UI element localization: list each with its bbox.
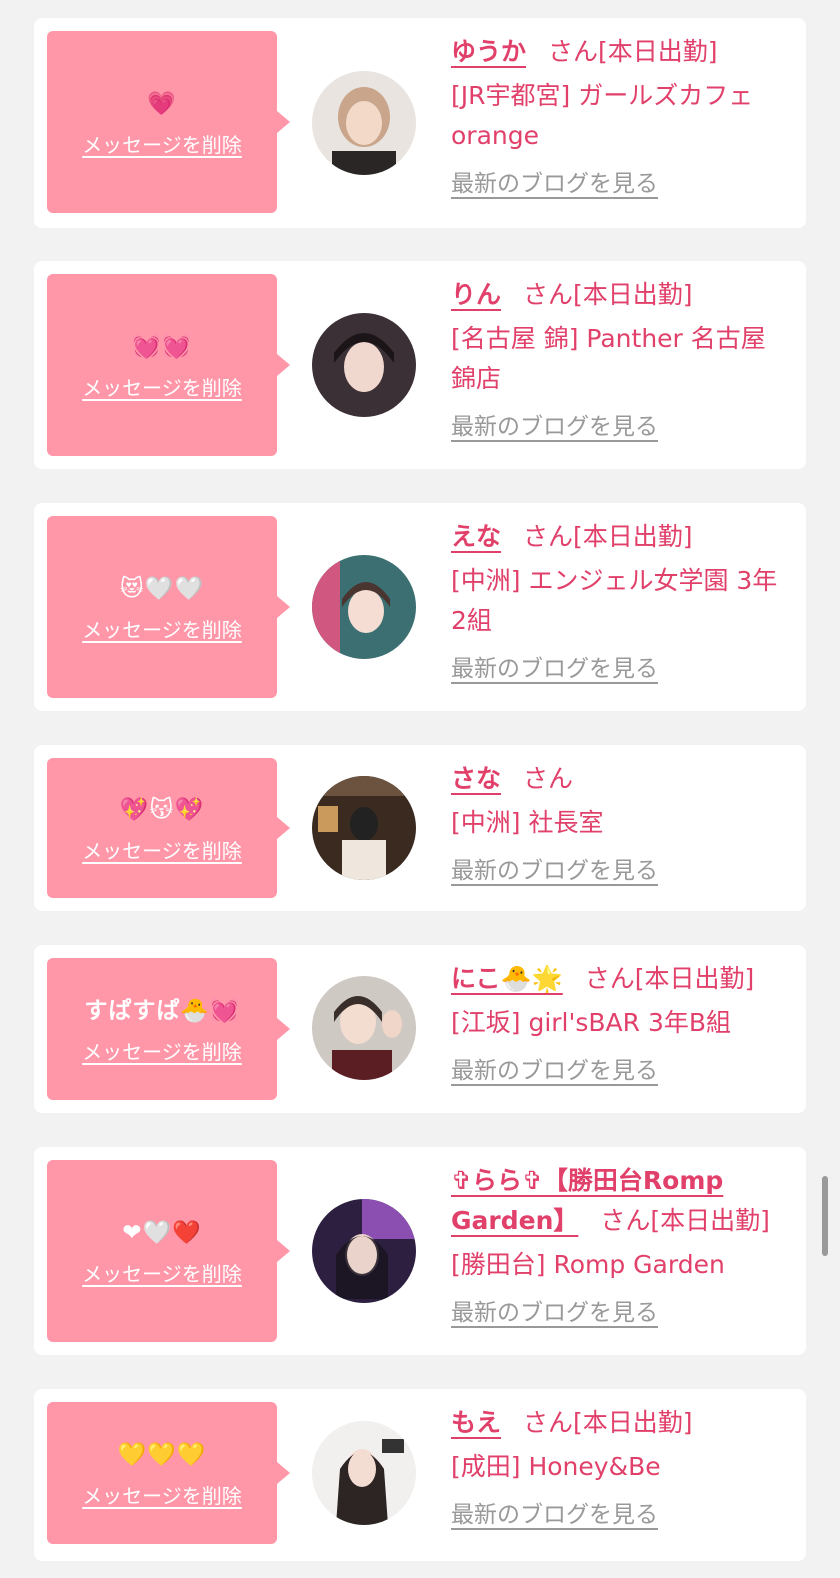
message-text: 😻🤍🤍 xyxy=(119,575,205,602)
shop-name: [名古屋 錦] Panther 名古屋錦店 xyxy=(451,324,766,393)
latest-blog-link[interactable]: 最新のブログを見る xyxy=(451,1293,658,1333)
status-badge: [本日出勤] xyxy=(634,964,755,993)
shop-name: [中洲] 社長室 xyxy=(451,808,604,837)
status-badge: [本日出勤] xyxy=(573,522,693,551)
latest-blog-link[interactable]: 最新のブログを見る xyxy=(451,851,658,891)
status-badge: [本日出勤] xyxy=(573,280,693,309)
info: えな さん[本日出勤] [中洲] エンジェル女学園 3年2組 最新のブログを見る xyxy=(451,517,789,689)
status-badge: [本日出勤] xyxy=(650,1206,770,1235)
shop-name: [成田] Honey&Be xyxy=(451,1452,661,1481)
honorific: さん xyxy=(523,280,574,309)
message-text: ❤🤍❤️ xyxy=(122,1219,202,1246)
name-line: ✞らら✞【勝田台Romp Garden】 さん[本日出勤] xyxy=(451,1161,789,1241)
name-line: ゆうか さん[本日出勤] xyxy=(451,32,789,72)
message-text: 💗 xyxy=(147,90,177,117)
avatar[interactable] xyxy=(312,1421,416,1525)
message-box: ❤🤍❤️ メッセージを削除 xyxy=(47,1160,290,1342)
scrollbar[interactable] xyxy=(822,1176,828,1256)
name-line: えな さん[本日出勤] xyxy=(451,517,789,557)
shop-name: [勝田台] Romp Garden xyxy=(451,1250,725,1279)
message-text: すぱすぱ🐣💓 xyxy=(84,997,240,1024)
message-text: 💓💓 xyxy=(132,333,192,360)
delete-message-link[interactable]: メッセージを削除 xyxy=(82,372,242,401)
girl-name-link[interactable]: えな xyxy=(451,522,501,551)
message-text: 💖😽💖 xyxy=(119,796,205,823)
info: ✞らら✞【勝田台Romp Garden】 さん[本日出勤] [勝田台] Romp … xyxy=(451,1161,789,1333)
girl-name-link[interactable]: りん xyxy=(451,280,501,309)
name-line: にこ🐣🌟 さん[本日出勤] xyxy=(451,959,789,999)
delete-message-link[interactable]: メッセージを削除 xyxy=(82,835,242,864)
list-item: 😻🤍🤍 メッセージを削除 えな さん[本日出勤] [中洲] エンジェル女学園 3年… xyxy=(34,503,806,711)
latest-blog-link[interactable]: 最新のブログを見る xyxy=(451,1495,658,1535)
honorific: さん xyxy=(584,964,635,993)
avatar[interactable] xyxy=(312,313,416,417)
name-line: りん さん[本日出勤] xyxy=(451,275,789,315)
message-box: 💛💛💛 メッセージを削除 xyxy=(47,1402,290,1544)
girl-name-link[interactable]: もえ xyxy=(451,1408,501,1437)
message-box: 😻🤍🤍 メッセージを削除 xyxy=(47,516,290,698)
shop-name: [中洲] エンジェル女学園 3年2組 xyxy=(451,566,778,635)
info: りん さん[本日出勤] [名古屋 錦] Panther 名古屋錦店 最新のブログを… xyxy=(451,275,789,447)
message-box: 💖😽💖 メッセージを削除 xyxy=(47,758,290,898)
delete-message-link[interactable]: メッセージを削除 xyxy=(82,1480,242,1509)
message-box: すぱすぱ🐣💓 メッセージを削除 xyxy=(47,958,290,1100)
latest-blog-link[interactable]: 最新のブログを見る xyxy=(451,1051,658,1091)
info: もえ さん[本日出勤] [成田] Honey&Be 最新のブログを見る xyxy=(451,1403,789,1535)
message-box: 💓💓 メッセージを削除 xyxy=(47,274,290,456)
message-text: 💛💛💛 xyxy=(117,1441,207,1468)
list-item: すぱすぱ🐣💓 メッセージを削除 にこ🐣🌟 さん[本日出勤] [江坂] girl's… xyxy=(34,945,806,1113)
status-badge: [本日出勤] xyxy=(573,1408,693,1437)
avatar[interactable] xyxy=(312,71,416,175)
name-line: さな さん xyxy=(451,759,789,799)
name-line: もえ さん[本日出勤] xyxy=(451,1403,789,1443)
delete-message-link[interactable]: メッセージを削除 xyxy=(82,614,242,643)
message-box: 💗 メッセージを削除 xyxy=(47,31,290,213)
list-item: 💗 メッセージを削除 ゆうか さん[本日出勤] [JR宇都宮] ガールズカフェor… xyxy=(34,18,806,228)
honorific: さん xyxy=(600,1206,651,1235)
delete-message-link[interactable]: メッセージを削除 xyxy=(82,1036,242,1065)
honorific: さん xyxy=(523,764,574,793)
shop-name: [JR宇都宮] ガールズカフェorange xyxy=(451,81,754,150)
latest-blog-link[interactable]: 最新のブログを見る xyxy=(451,164,658,204)
latest-blog-link[interactable]: 最新のブログを見る xyxy=(451,649,658,689)
girl-name-link[interactable]: さな xyxy=(451,764,501,793)
honorific: さん xyxy=(548,37,599,66)
avatar[interactable] xyxy=(312,555,416,659)
shop-name: [江坂] girl'sBAR 3年B組 xyxy=(451,1008,732,1037)
girl-name-link[interactable]: ゆうか xyxy=(451,37,526,66)
status-badge: [本日出勤] xyxy=(598,37,718,66)
info: さな さん [中洲] 社長室 最新のブログを見る xyxy=(451,759,789,891)
girl-name-link[interactable]: にこ🐣🌟 xyxy=(451,964,563,993)
list-item: ❤🤍❤️ メッセージを削除 ✞らら✞【勝田台Romp Garden】 さん[本日出… xyxy=(34,1147,806,1355)
delete-message-link[interactable]: メッセージを削除 xyxy=(82,1258,242,1287)
honorific: さん xyxy=(523,1408,574,1437)
list-item: 💖😽💖 メッセージを削除 さな さん [中洲] 社長室 最新のブログを見る xyxy=(34,745,806,911)
honorific: さん xyxy=(523,522,574,551)
list-item: 💓💓 メッセージを削除 りん さん[本日出勤] [名古屋 錦] Panther 名… xyxy=(34,261,806,469)
avatar[interactable] xyxy=(312,776,416,880)
avatar[interactable] xyxy=(312,1199,416,1303)
info: ゆうか さん[本日出勤] [JR宇都宮] ガールズカフェorange 最新のブログ… xyxy=(451,32,789,204)
delete-message-link[interactable]: メッセージを削除 xyxy=(82,129,242,158)
avatar[interactable] xyxy=(312,976,416,1080)
info: にこ🐣🌟 さん[本日出勤] [江坂] girl'sBAR 3年B組 最新のブログを… xyxy=(451,959,789,1091)
list-item: 💛💛💛 メッセージを削除 もえ さん[本日出勤] [成田] Honey&Be 最新… xyxy=(34,1389,806,1561)
latest-blog-link[interactable]: 最新のブログを見る xyxy=(451,407,658,447)
